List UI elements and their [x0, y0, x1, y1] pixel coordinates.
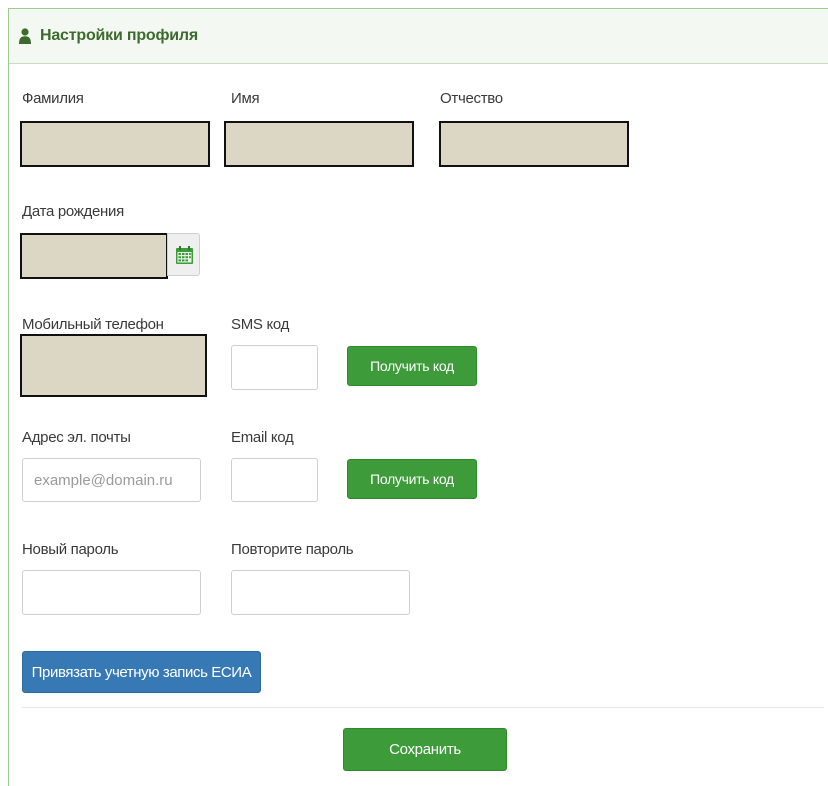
calendar-icon — [176, 246, 193, 264]
panel-header: Настройки профиля — [9, 9, 828, 64]
repeat-password-label: Повторите пароль — [231, 541, 354, 558]
mobile-phone-label: Мобильный телефон — [22, 316, 164, 333]
email-code-label: Email код — [231, 429, 294, 446]
sms-code-label: SMS код — [231, 316, 290, 333]
birth-date-label: Дата рождения — [22, 203, 124, 220]
patronymic-field[interactable] — [439, 121, 629, 167]
patronymic-label: Отчество — [440, 90, 503, 107]
new-password-label: Новый пароль — [22, 541, 119, 558]
user-icon — [19, 28, 31, 44]
calendar-button[interactable] — [167, 233, 200, 276]
repeat-password-input[interactable] — [231, 570, 410, 615]
mobile-phone-field[interactable] — [20, 334, 207, 397]
last-name-field[interactable] — [20, 121, 210, 167]
save-button[interactable]: Сохранить — [343, 728, 507, 771]
email-label: Адрес эл. почты — [22, 429, 131, 446]
page-title: Настройки профиля — [40, 27, 199, 44]
link-esia-button[interactable]: Привязать учетную запись ЕСИА — [22, 651, 261, 693]
birth-date-field[interactable] — [20, 233, 168, 279]
last-name-label: Фамилия — [22, 90, 84, 107]
first-name-label: Имя — [231, 90, 260, 107]
divider — [22, 707, 824, 708]
first-name-field[interactable] — [224, 121, 414, 167]
email-code-input[interactable] — [231, 458, 318, 502]
sms-code-input[interactable] — [231, 345, 318, 390]
email-input[interactable] — [22, 458, 201, 502]
get-sms-code-button[interactable]: Получить код — [347, 346, 477, 386]
get-email-code-button[interactable]: Получить код — [347, 459, 477, 499]
new-password-input[interactable] — [22, 570, 201, 615]
